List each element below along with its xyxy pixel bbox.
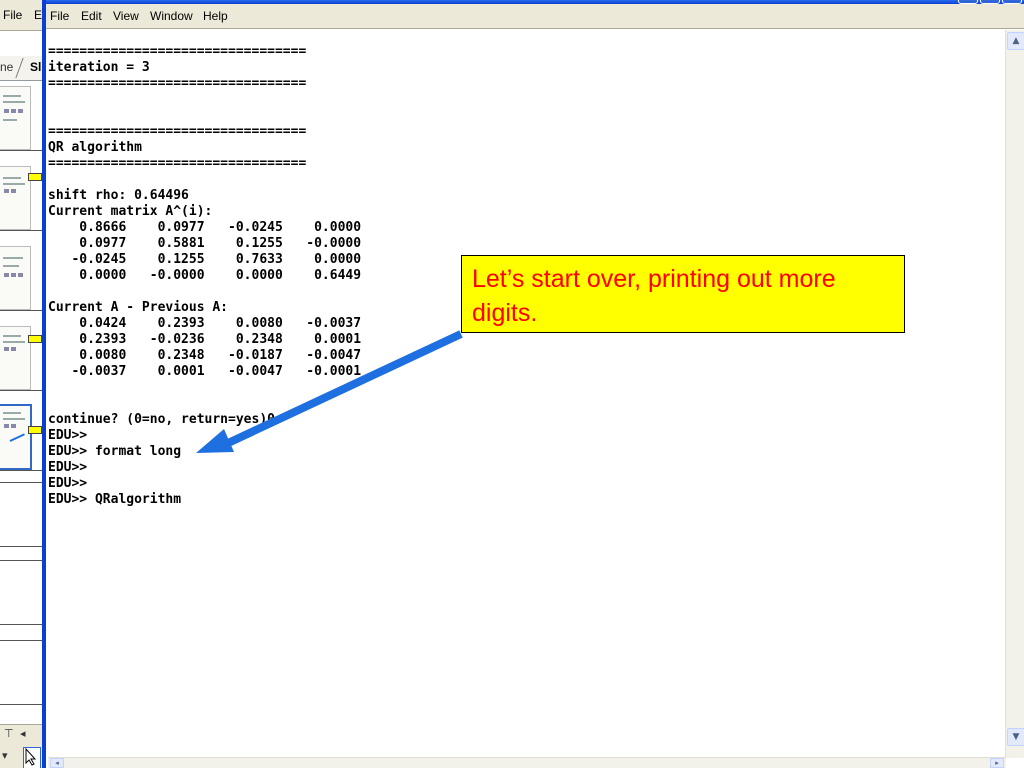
slide-thumbnail-selected[interactable] xyxy=(0,404,42,470)
background-menu-file[interactable]: File xyxy=(3,8,22,22)
console-output-area[interactable]: ================================= iterati… xyxy=(48,30,1006,758)
tab-separator xyxy=(15,58,24,78)
console-line: EDU>> xyxy=(48,428,88,443)
console-line: EDU>> xyxy=(48,476,88,491)
thumbnail-separator xyxy=(0,704,42,705)
background-outline-tabs: ne Sl xyxy=(0,56,42,81)
menu-file[interactable]: File xyxy=(50,9,69,23)
console-line: 0.0424 0.2393 0.0080 -0.0037 xyxy=(48,316,362,331)
thumbnail-separator xyxy=(0,230,42,231)
menu-edit[interactable]: Edit xyxy=(81,9,102,23)
pointer-tool-button[interactable] xyxy=(23,747,41,768)
thumbnail-separator xyxy=(0,624,42,625)
slide-thumbnail[interactable] xyxy=(0,166,42,230)
console-line: -0.0037 0.0001 -0.0047 -0.0001 xyxy=(48,364,362,379)
console-line: 0.0080 0.2348 -0.0187 -0.0047 xyxy=(48,348,362,363)
background-app-window: File E ne Sl ⊤ ◂ ▾ xyxy=(0,0,42,768)
console-line: Current matrix A^(i): xyxy=(48,204,213,219)
thumbnail-separator xyxy=(0,546,42,547)
console-line: 0.2393 -0.0236 0.2348 0.0001 xyxy=(48,332,362,347)
thumbnail-separator xyxy=(0,470,42,471)
tab-outline[interactable]: ne xyxy=(0,60,13,74)
console-line: -0.0245 0.1255 0.7633 0.0000 xyxy=(48,252,362,267)
cursor-arrow-icon xyxy=(25,747,37,766)
vertical-scrollbar[interactable]: ▲ ▼ xyxy=(1005,30,1024,758)
matlab-command-window: File Edit View Window Help =============… xyxy=(42,0,1024,768)
console-line: continue? (0=no, return=yes)0 xyxy=(48,412,275,427)
console-line: iteration = 3 xyxy=(48,60,150,75)
thumbnail-separator xyxy=(0,482,42,483)
console-line: shift rho: 0.64496 xyxy=(48,188,189,203)
console-line: Current A - Previous A: xyxy=(48,300,229,315)
menubar: File Edit View Window Help xyxy=(46,4,1024,29)
horizontal-scrollbar[interactable]: ◂ ▸ xyxy=(48,757,1006,768)
background-menubar: File E xyxy=(0,0,42,31)
scroll-left-icon[interactable]: ◂ xyxy=(50,758,64,768)
background-drawing-toolbar: ⊤ ◂ ▾ xyxy=(0,724,42,768)
menu-help[interactable]: Help xyxy=(203,9,228,23)
annotation-text: Let’s start over, printing out more digi… xyxy=(472,265,836,327)
console-line: ================================= xyxy=(48,44,307,59)
console-line: 0.0977 0.5881 0.1255 -0.0000 xyxy=(48,236,362,251)
annotation-callout: Let’s start over, printing out more digi… xyxy=(461,255,905,333)
console-line: ================================= xyxy=(48,124,307,139)
console-line: ================================= xyxy=(48,76,307,91)
scroll-down-icon[interactable]: ▼ xyxy=(1007,728,1024,746)
console-text[interactable]: ================================= iterati… xyxy=(48,44,361,508)
console-line: 0.0000 -0.0000 0.0000 0.6449 xyxy=(48,268,362,283)
thumbnail-separator xyxy=(0,390,42,391)
background-menu-edit[interactable]: E xyxy=(34,8,42,22)
slide-thumbnail[interactable] xyxy=(0,246,31,310)
console-line: 0.8666 0.0977 -0.0245 0.0000 xyxy=(48,220,362,235)
tab-slides[interactable]: Sl xyxy=(30,60,41,74)
scroll-up-icon[interactable]: ▲ xyxy=(1007,32,1024,50)
slide-thumbnail[interactable] xyxy=(0,86,31,150)
thumbnail-separator xyxy=(0,150,42,151)
console-line: EDU>> format long xyxy=(48,444,182,459)
thumbnail-separator xyxy=(0,560,42,561)
menu-view[interactable]: View xyxy=(113,9,139,23)
console-line: QR algorithm xyxy=(48,140,142,155)
menu-window[interactable]: Window xyxy=(150,9,193,23)
slide-thumbnail[interactable] xyxy=(0,326,42,390)
format-painter-icon[interactable]: ⊤ xyxy=(4,727,14,740)
scroll-right-icon[interactable]: ▸ xyxy=(990,758,1004,768)
thumbnail-separator xyxy=(0,640,42,641)
dropdown-icon[interactable]: ▾ xyxy=(2,749,8,762)
scroll-left-icon[interactable]: ◂ xyxy=(20,727,26,740)
console-line: EDU>> xyxy=(48,460,88,475)
console-line: ================================= xyxy=(48,156,307,171)
console-line: EDU>> QRalgorithm xyxy=(48,492,182,507)
thumbnail-separator xyxy=(0,310,42,311)
